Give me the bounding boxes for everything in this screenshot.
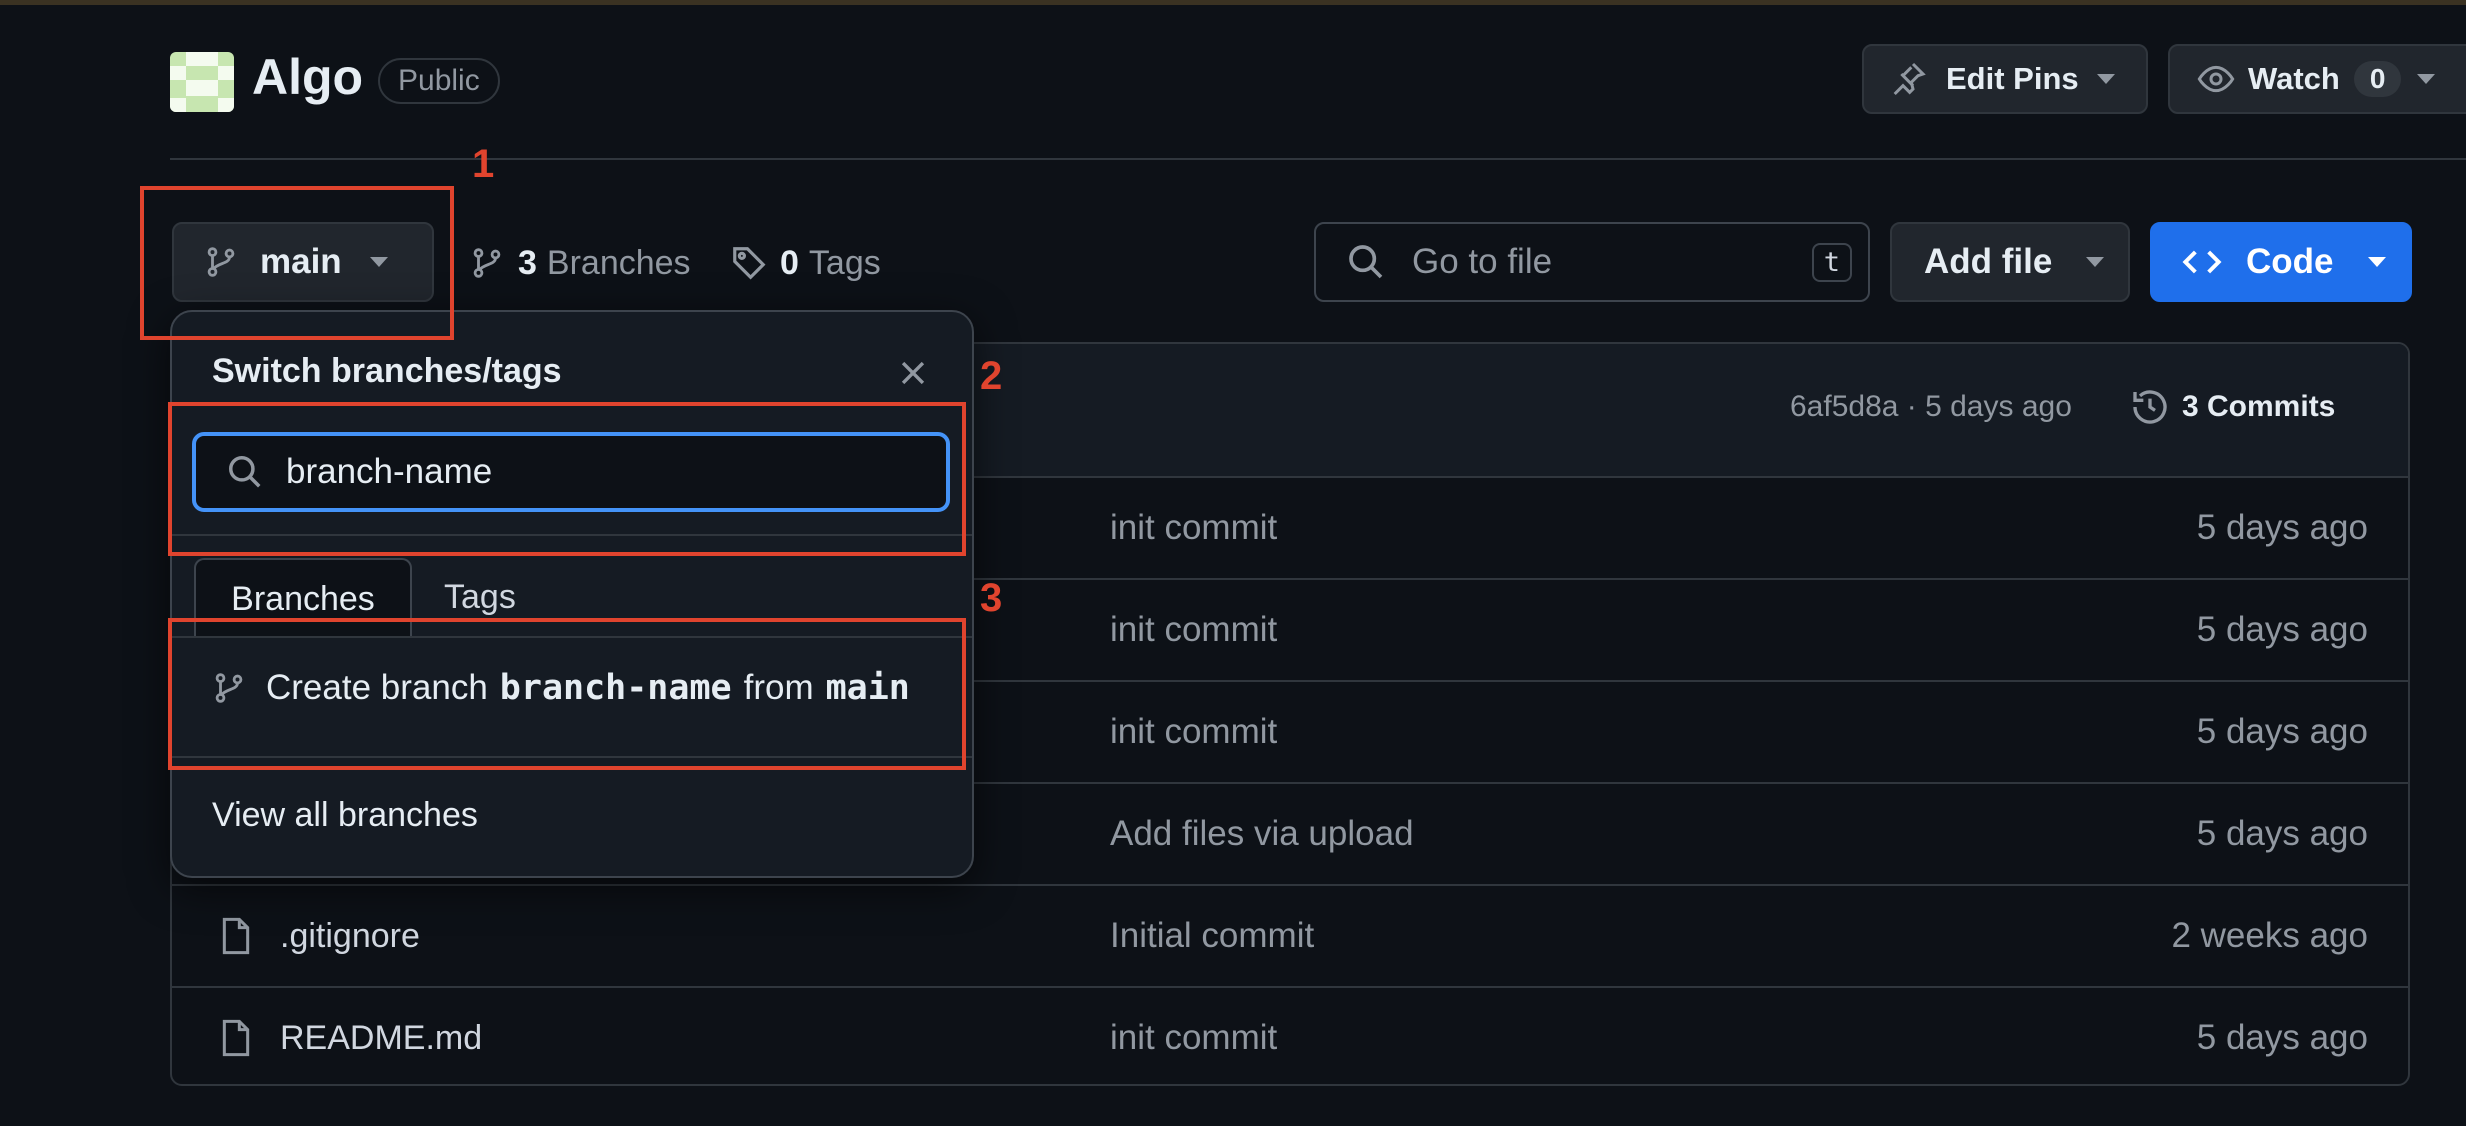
file-icon bbox=[222, 1019, 250, 1057]
tags-link[interactable]: 0 Tags bbox=[730, 238, 881, 288]
branches-label: Branches bbox=[546, 243, 691, 282]
add-file-button[interactable]: Add file bbox=[1890, 222, 2130, 302]
visibility-badge: Public bbox=[378, 58, 500, 104]
code-button[interactable]: Code bbox=[2150, 222, 2412, 302]
file-name[interactable]: README.md bbox=[280, 988, 482, 1084]
tags-label: Tags bbox=[808, 243, 881, 282]
header-divider bbox=[170, 158, 2466, 160]
annotation-number-3: 3 bbox=[980, 576, 1003, 620]
repo-name[interactable]: Algo bbox=[252, 48, 363, 106]
close-icon[interactable] bbox=[896, 356, 930, 390]
git-branch-icon bbox=[473, 248, 501, 278]
table-row[interactable]: .gitignore Initial commit 2 weeks ago bbox=[172, 886, 2408, 988]
edit-pins-label: Edit Pins bbox=[1946, 61, 2079, 96]
annotation-box-3 bbox=[168, 618, 966, 770]
commit-age: 5 days ago bbox=[2196, 712, 2368, 751]
branches-count: 3 bbox=[518, 243, 537, 282]
chevron-down-icon bbox=[2417, 74, 2436, 84]
commit-hash-age[interactable]: 6af5d8a · 5 days ago bbox=[1790, 390, 2072, 424]
annotation-box-1 bbox=[140, 186, 454, 340]
file-name[interactable]: .gitignore bbox=[280, 886, 420, 986]
shortcut-key: t bbox=[1811, 242, 1852, 282]
chevron-down-icon bbox=[2096, 74, 2115, 84]
watch-label: Watch bbox=[2248, 61, 2340, 96]
branches-link[interactable]: 3 Branches bbox=[470, 238, 691, 288]
commits-count: 3 Commits bbox=[2182, 390, 2336, 423]
code-label: Code bbox=[2246, 242, 2334, 281]
commits-link[interactable]: 3 Commits bbox=[2130, 382, 2335, 432]
code-icon bbox=[2182, 250, 2222, 274]
tags-count: 0 bbox=[780, 243, 799, 282]
commit-age: 5 days ago bbox=[2196, 610, 2368, 649]
file-icon bbox=[222, 917, 250, 955]
view-all-branches-link[interactable]: View all branches bbox=[212, 796, 478, 835]
commit-message[interactable]: init commit bbox=[1110, 580, 1277, 680]
watch-count: 0 bbox=[2353, 61, 2402, 97]
annotation-box-2 bbox=[168, 402, 966, 556]
eye-icon bbox=[2197, 65, 2235, 93]
repo-avatar bbox=[170, 52, 234, 112]
table-row[interactable]: README.md init commit 5 days ago bbox=[172, 988, 2408, 1084]
chevron-down-icon bbox=[2367, 257, 2386, 267]
commit-message[interactable]: init commit bbox=[1110, 682, 1277, 782]
annotation-number-1: 1 bbox=[472, 142, 495, 186]
commit-age: 5 days ago bbox=[2196, 814, 2368, 853]
commit-age: 5 days ago bbox=[2196, 1018, 2368, 1057]
commit-message[interactable]: init commit bbox=[1110, 478, 1277, 578]
pin-icon bbox=[1893, 62, 1926, 96]
branch-switcher-dropdown: Switch branches/tags branch-name Branche… bbox=[170, 310, 974, 878]
tag-icon bbox=[733, 247, 766, 280]
commit-age: 5 days ago bbox=[2196, 508, 2368, 547]
commit-message[interactable]: init commit bbox=[1110, 988, 1277, 1084]
commit-age: 2 weeks ago bbox=[2171, 916, 2368, 955]
dropdown-title: Switch branches/tags bbox=[212, 352, 562, 390]
search-icon bbox=[1349, 245, 1383, 279]
edit-pins-button[interactable]: Edit Pins bbox=[1862, 44, 2148, 114]
top-accent-line bbox=[0, 0, 2466, 5]
commit-message[interactable]: Add files via upload bbox=[1110, 784, 1414, 884]
add-file-label: Add file bbox=[1924, 242, 2053, 281]
chevron-down-icon bbox=[2086, 257, 2105, 267]
go-to-file-input[interactable]: Go to file t bbox=[1314, 222, 1870, 302]
annotation-number-2: 2 bbox=[980, 354, 1003, 398]
history-icon bbox=[2133, 390, 2167, 424]
go-to-file-placeholder: Go to file bbox=[1412, 242, 1553, 281]
commit-message[interactable]: Initial commit bbox=[1110, 886, 1314, 986]
watch-button[interactable]: Watch 0 bbox=[2168, 44, 2466, 114]
